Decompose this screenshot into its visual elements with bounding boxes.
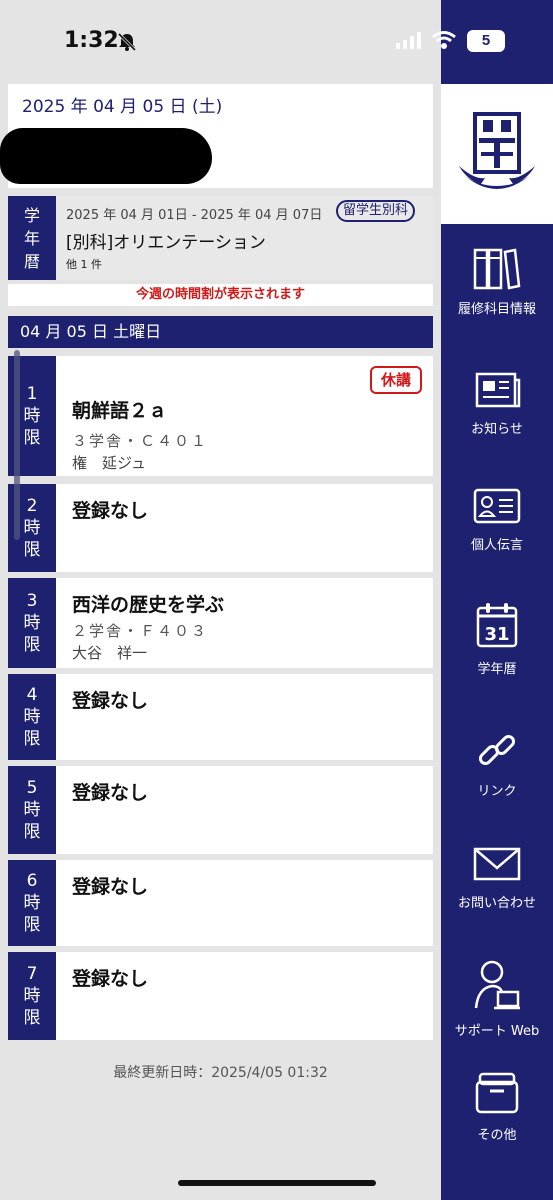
battery-indicator: 5 [467,30,505,52]
course-name: 登録なし [72,876,149,898]
period-row-7[interactable]: 7 時 限 登録なし [8,952,433,1040]
id-card-icon [473,488,521,524]
event-title: [別科]オリエンテーション [66,233,266,253]
period-row-2[interactable]: 2 時 限 登録なし [8,484,433,572]
nav-label: 学年暦 [477,662,517,677]
period-char: 限 [23,729,41,749]
period-char: 時 [23,893,41,913]
books-icon [473,248,521,290]
crest-icon [459,112,535,189]
cancelled-badge: 休講 [370,366,422,394]
period-number: 2 [26,496,38,516]
period-char: 時 [23,986,41,1006]
system-icons [395,30,457,50]
nav-other[interactable]: その他 [441,1060,553,1170]
date-header: 2025 年 04 月 05 日 (土) [0,84,433,188]
news-icon [475,372,521,408]
course-name: 登録なし [72,782,149,804]
course-name: 登録なし [72,968,149,990]
nav-label: 履修科目情報 [457,302,536,317]
scrollbar[interactable] [14,350,20,540]
link-icon [478,734,516,766]
period-row-3[interactable]: 3 時 限 西洋の歴史を学ぶ ２学舎・Ｆ４０３ 大谷 祥一 [8,578,433,668]
period-label: 5 時 限 [8,766,56,854]
wifi-icon [432,31,456,49]
course-name: 朝鮮語２ａ [72,400,168,422]
period-char: 時 [23,707,41,727]
status-time: 1:32 [64,28,119,53]
day-header: 04 月 05 日 土曜日 [8,316,433,348]
nav-label: お問い合わせ [457,896,536,911]
last-updated: 最終更新日時：2025/4/05 01:32 [113,1065,328,1081]
period-number: 3 [26,591,38,611]
nav-label: 個人伝言 [470,538,523,553]
bell-muted-icon [117,32,137,52]
event-category-badge: 留学生別科 [336,200,416,222]
period-row-5[interactable]: 5 時 限 登録なし [8,766,433,854]
signal-icon [396,32,421,49]
nav-label: お知らせ [471,422,523,437]
nav-label: その他 [477,1128,517,1143]
period-char: 限 [23,635,41,655]
calendar-day-text: 31 [484,624,509,645]
side-char: 暦 [23,251,40,271]
period-char: 時 [23,406,41,426]
period-char: 時 [23,613,41,633]
nav-personal-message[interactable]: 個人伝言 [441,480,553,590]
period-number: 7 [26,964,38,984]
nav-academic-calendar[interactable]: 31 学年暦 [441,594,553,704]
nav-course-info[interactable]: 履修科目情報 [441,240,553,350]
mail-icon [473,847,521,881]
redacted-name [0,128,212,184]
period-char: 限 [23,428,41,448]
period-label: 4 時 限 [8,674,56,760]
period-char: 限 [23,1008,41,1028]
calendar-icon: 31 [476,603,518,648]
course-name: 登録なし [72,690,149,712]
period-label: 7 時 限 [8,952,56,1040]
period-char: 限 [23,540,41,560]
period-char: 限 [23,822,41,842]
timetable-notice: 今週の時間割が表示されます [8,284,433,306]
period-row-6[interactable]: 6 時 限 登録なし [8,860,433,946]
period-number: 5 [26,778,38,798]
period-label: 6 時 限 [8,860,56,946]
nav-links[interactable]: リンク [441,722,553,832]
nav-news[interactable]: お知らせ [441,362,553,472]
period-char: 限 [23,915,41,935]
nav-contact[interactable]: お問い合わせ [441,838,553,948]
course-name: 登録なし [72,500,149,522]
period-number: 1 [26,384,38,404]
period-number: 6 [26,871,38,891]
nav-label: サポート Web [454,1024,540,1039]
university-logo [441,84,553,224]
period-number: 4 [26,685,38,705]
academic-calendar-card[interactable]: 学 年 暦 2025 年 04 月 01日 - 2025 年 04 月 07日 … [8,196,433,280]
calendar-side-label: 学 年 暦 [8,196,56,280]
course-teacher: 大谷 祥一 [72,644,148,662]
course-room: ３学舎・Ｃ４０１ [72,432,209,450]
side-char: 年 [23,228,40,248]
support-icon [474,960,520,1010]
nav-support-web[interactable]: サポート Web [441,952,553,1062]
course-teacher: 権 延ジュ [72,454,146,472]
period-label: 3 時 限 [8,578,56,668]
period-row-4[interactable]: 4 時 限 登録なし [8,674,433,760]
period-char: 時 [23,800,41,820]
event-more-count: 他 1 件 [66,258,102,271]
period-row-1[interactable]: 1 時 限 休講 朝鮮語２ａ ３学舎・Ｃ４０１ 権 延ジュ [8,356,433,476]
course-room: ２学舎・Ｆ４０３ [72,622,209,640]
event-date-range: 2025 年 04 月 01日 - 2025 年 04 月 07日 [66,208,323,223]
box-icon [475,1072,519,1114]
period-char: 時 [23,518,41,538]
home-indicator[interactable] [178,1180,376,1186]
side-char: 学 [23,205,40,225]
course-name: 西洋の歴史を学ぶ [72,594,225,616]
nav-label: リンク [477,784,517,799]
current-date: 2025 年 04 月 05 日 (土) [22,97,223,117]
status-bar: 1:32 [0,0,441,84]
